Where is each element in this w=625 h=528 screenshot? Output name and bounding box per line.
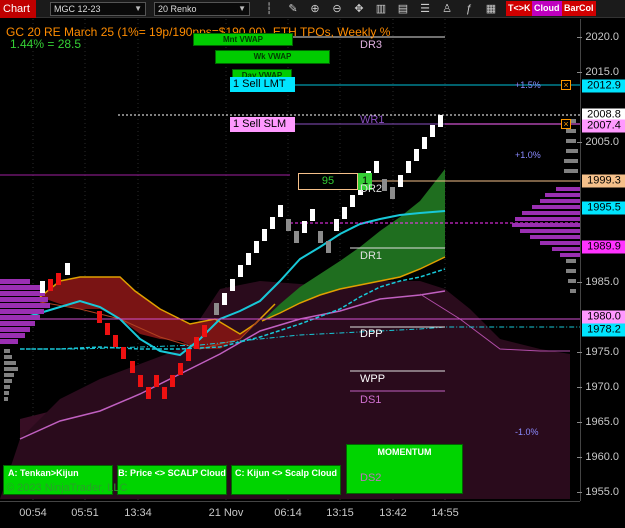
price-tick: 2005.0 — [577, 136, 619, 148]
price-label-vpoc: 1989.9 — [582, 240, 625, 254]
chevron-down-icon: ▼ — [238, 4, 246, 13]
price-tick: 2020.0 — [577, 31, 619, 43]
bar-type-selector[interactable]: 20 Renko ▼ — [154, 2, 250, 16]
time-tick: 13:34 — [124, 507, 152, 519]
price-label-sell-slm: 2007.4 — [582, 119, 625, 133]
pivot-dpp: DPP — [360, 328, 383, 340]
strategies-icon[interactable]: ♙ — [440, 1, 454, 17]
close-order-icon[interactable]: × — [561, 80, 571, 90]
cloud-toggle-button[interactable]: Cloud — [532, 1, 562, 16]
price-tick: 1975.0 — [577, 346, 619, 358]
properties-icon[interactable]: ☰ — [418, 1, 432, 17]
sell-slm-order[interactable]: 1 Sell SLM — [230, 117, 295, 132]
percent-plus-1-0: +1.0% — [515, 150, 541, 160]
tk-toggle-button[interactable]: T<>K — [506, 1, 533, 16]
indicators-icon[interactable]: ƒ — [462, 1, 476, 17]
time-tick: 14:55 — [431, 507, 459, 519]
time-tick: 21 Nov — [208, 507, 244, 519]
pivot-ds2: DS2 — [360, 472, 382, 484]
chevron-down-icon: ▼ — [134, 4, 142, 13]
time-tick: 06:14 — [274, 507, 302, 519]
momentum-box: MOMENTUM — [346, 444, 463, 494]
price-label-cyan: 1995.5 — [582, 201, 625, 215]
pencil-icon[interactable]: ✎ — [286, 1, 300, 17]
crosshair-icon[interactable]: ✥ — [352, 1, 366, 17]
copyright-text: © 2023 NinjaTrader, LLC — [6, 482, 128, 494]
price-label-kijun: 1978.2 — [582, 323, 625, 337]
chart-trader-icon[interactable]: ▦ — [484, 1, 498, 17]
timeframe-icon[interactable]: ▥ — [374, 1, 388, 17]
bar-type-value: 20 Renko — [158, 4, 197, 14]
instrument-selector[interactable]: MGC 12-23 ▼ — [50, 2, 146, 16]
zoom-out-icon[interactable]: ⊖ — [330, 1, 344, 17]
percent-plus-1-5: +1.5% — [515, 80, 541, 90]
price-axis[interactable]: 2020.0 2015.0 2005.0 1985.0 1975.0 1970.… — [577, 19, 625, 501]
left-tpo-grey — [4, 349, 18, 401]
signal-c-box: C: Kijun <> Scalp Cloud — [231, 465, 341, 495]
pivot-dr1: DR1 — [360, 250, 383, 262]
zoom-in-icon[interactable]: ⊕ — [308, 1, 322, 17]
chart-toolbar: Chart MGC 12-23 ▼ 20 Renko ▼ ┆ ✎ ⊕ ⊖ ✥ ▥… — [0, 0, 625, 18]
price-label-sell-lmt: 2012.9 — [582, 79, 625, 93]
price-tick: 1960.0 — [577, 451, 619, 463]
price-tick: 1985.0 — [577, 276, 619, 288]
sell-lmt-order[interactable]: 1 Sell LMT — [230, 77, 295, 92]
barcol-toggle-button[interactable]: BarCol — [562, 1, 596, 16]
time-tick: 05:51 — [71, 507, 99, 519]
pivot-dr2: DR2 — [360, 183, 383, 195]
range-percent-text: 1.44% = 28.5 — [10, 37, 82, 51]
right-volume-profile — [512, 187, 580, 257]
weekly-vwap-label: Wk VWAP — [215, 50, 330, 64]
price-tick: 2015.0 — [577, 66, 619, 78]
percent-minus-1-0: -1.0% — [515, 427, 539, 437]
chart-panel[interactable]: GC 20 RE March 25 (1%= 19p/190pps=$190.0… — [0, 19, 580, 501]
price-tick: 1965.0 — [577, 416, 619, 428]
close-order-icon[interactable]: × — [561, 119, 571, 129]
time-tick: 13:15 — [326, 507, 354, 519]
instrument-value: MGC 12-23 — [54, 4, 101, 14]
time-tick: 00:54 — [19, 507, 47, 519]
price-label-position: 1999.3 — [582, 174, 625, 188]
price-tick: 1955.0 — [577, 486, 619, 498]
pivot-wr1: WR1 — [360, 114, 385, 126]
order-ticket-icon[interactable]: ▤ — [396, 1, 410, 17]
time-tick: 13:42 — [379, 507, 407, 519]
price-tick: 1970.0 — [577, 381, 619, 393]
bar-style-icon[interactable]: ┆ — [262, 1, 276, 17]
chart-menu-button[interactable]: Chart — [0, 0, 36, 18]
monthly-vwap-label: Mnt VWAP — [193, 33, 293, 46]
pivot-dr3: DR3 — [360, 39, 383, 51]
signal-b-box: B: Price <> SCALP Cloud — [117, 465, 227, 495]
pivot-ds1: DS1 — [360, 394, 382, 406]
pivot-wpp: WPP — [360, 373, 386, 385]
time-axis[interactable]: 00:54 05:51 13:34 21 Nov 06:14 13:15 13:… — [0, 501, 580, 528]
price-label-1980: 1980.0 — [582, 310, 625, 324]
position-pnl[interactable]: 95 — [298, 173, 358, 190]
